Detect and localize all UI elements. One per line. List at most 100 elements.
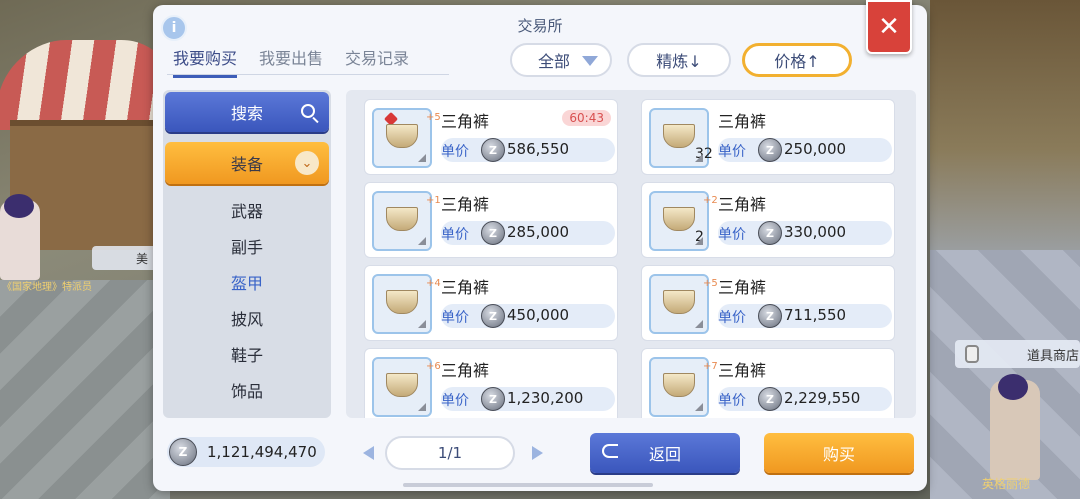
shop-nameplate-label: 道具商店: [1027, 348, 1080, 364]
category-filter-label: 全部: [538, 52, 571, 71]
corner-mark-icon: [418, 320, 426, 328]
zeny-coin-icon: Z: [481, 387, 505, 411]
zeny-coin-icon: Z: [758, 387, 782, 411]
briefs-item-icon: [663, 124, 695, 148]
shop-nameplate[interactable]: 道具商店: [955, 340, 1080, 368]
search-button[interactable]: 搜索: [165, 92, 329, 132]
zeny-coin-icon: Z: [758, 221, 782, 245]
npc-right[interactable]: [990, 374, 1040, 480]
dropdown-triangle-icon: [582, 56, 598, 66]
refine-level: +5: [703, 278, 718, 289]
corner-mark-icon: [695, 154, 703, 162]
briefs-item-icon: [386, 373, 418, 397]
chevron-down-icon: ⌄: [295, 151, 319, 175]
item-thumbnail[interactable]: +1: [372, 191, 441, 251]
item-thumbnail[interactable]: +7: [649, 357, 718, 417]
npc-nameplate-left[interactable]: 美: [92, 246, 162, 270]
price-sort-button[interactable]: 价格↑: [742, 43, 852, 77]
item-name: 三角裤: [718, 278, 767, 297]
listing-card[interactable]: +5 三角裤 单价 Z 711,550: [641, 265, 895, 341]
briefs-item-icon: [386, 290, 418, 314]
item-thumbnail[interactable]: +2 2: [649, 191, 718, 251]
corner-mark-icon: [695, 320, 703, 328]
listing-card[interactable]: +2 2 三角裤 单价 Z 330,000: [641, 182, 895, 258]
npc-title-left: 《国家地理》特派员: [2, 282, 92, 293]
refine-sort-button[interactable]: 精炼↓: [627, 43, 731, 77]
item-thumbnail[interactable]: +5: [649, 274, 718, 334]
return-arrow-icon: [602, 444, 618, 458]
unit-price-label: 单价: [718, 393, 746, 409]
subcategory-armor[interactable]: 盔甲: [163, 266, 331, 302]
item-name: 三角裤: [441, 195, 490, 214]
scroll-indicator: [403, 483, 653, 487]
equipment-label: 装备: [230, 155, 263, 174]
exchange-dialog: i 交易所 ✕ 我要购买 我要出售 交易记录 全部 精炼↓ 价格↑ 搜索 装备 …: [153, 0, 927, 491]
unit-price-label: 单价: [441, 310, 469, 326]
zeny-coin-icon: Z: [481, 304, 505, 328]
page-indicator: 1/1: [385, 436, 515, 470]
unit-price-label: 单价: [441, 393, 469, 409]
item-name: 三角裤: [441, 112, 490, 131]
close-button[interactable]: ✕: [866, 0, 912, 54]
refine-level: +2: [703, 195, 718, 206]
pagination: 1/1: [363, 436, 543, 470]
item-price: 285,000: [507, 223, 570, 241]
item-thumbnail[interactable]: +5: [372, 108, 441, 168]
refine-level: +6: [426, 361, 441, 372]
npc-left[interactable]: [0, 194, 40, 280]
next-page-icon[interactable]: [532, 446, 543, 460]
subcategory-cape[interactable]: 披风: [163, 302, 331, 338]
item-price: 250,000: [784, 140, 847, 158]
corner-mark-icon: [418, 154, 426, 162]
tab-divider: [167, 74, 449, 75]
item-name: 三角裤: [441, 361, 490, 380]
subcategory-accessory[interactable]: 饰品: [163, 374, 331, 410]
listing-card[interactable]: 32 三角裤 单价 Z 250,000: [641, 99, 895, 175]
item-thumbnail[interactable]: 32: [649, 108, 713, 168]
wallet-balance-value: 1,121,494,470: [207, 443, 317, 461]
subcategory-shoes[interactable]: 鞋子: [163, 338, 331, 374]
npc-title-right: 英格丽德: [982, 477, 1031, 491]
price-sort-label: 价格↑: [774, 52, 820, 71]
refine-level: +1: [426, 195, 441, 206]
buy-label: 购买: [822, 445, 855, 464]
refine-level: +7: [703, 361, 718, 372]
item-price: 2,229,550: [784, 389, 861, 407]
listing-card[interactable]: +5 三角裤 60:43 单价 Z 586,550: [364, 99, 618, 175]
category-panel: 搜索 装备 ⌄ 武器 副手 盔甲 披风 鞋子 饰品: [163, 90, 331, 418]
listing-card[interactable]: +1 三角裤 单价 Z 285,000: [364, 182, 618, 258]
subcategory-offhand[interactable]: 副手: [163, 230, 331, 266]
search-label: 搜索: [230, 104, 263, 123]
corner-mark-icon: [695, 237, 703, 245]
subcategory-list: 武器 副手 盔甲 披风 鞋子 饰品: [163, 194, 331, 410]
back-button[interactable]: 返回: [590, 433, 740, 473]
item-price: 450,000: [507, 306, 570, 324]
wallet-balance: Z 1,121,494,470: [167, 437, 325, 467]
listing-card[interactable]: +7 三角裤 单价 Z 2,229,550: [641, 348, 895, 418]
jar-icon: [965, 345, 979, 363]
item-name: 三角裤: [441, 278, 490, 297]
category-filter-dropdown[interactable]: 全部: [510, 43, 612, 77]
listing-card[interactable]: +4 三角裤 单价 Z 450,000: [364, 265, 618, 341]
corner-mark-icon: [418, 403, 426, 411]
prev-page-icon[interactable]: [363, 446, 374, 460]
subcategory-weapon[interactable]: 武器: [163, 194, 331, 230]
page-number: 1/1: [437, 444, 463, 462]
unit-price-label: 单价: [718, 227, 746, 243]
listing-timer: 60:43: [562, 110, 611, 126]
corner-mark-icon: [695, 403, 703, 411]
equipment-category-button[interactable]: 装备 ⌄: [165, 142, 329, 184]
item-price: 586,550: [507, 140, 570, 158]
corner-mark-icon: [418, 237, 426, 245]
item-thumbnail[interactable]: +6: [372, 357, 441, 417]
listing-card[interactable]: +6 三角裤 单价 Z 1,230,200: [364, 348, 618, 418]
item-thumbnail[interactable]: +4: [372, 274, 441, 334]
unit-price-label: 单价: [441, 227, 469, 243]
zeny-coin-icon: Z: [481, 221, 505, 245]
refine-level: +5: [426, 112, 441, 123]
zeny-coin-icon: Z: [758, 138, 782, 162]
buy-button[interactable]: 购买: [764, 433, 914, 473]
item-price: 1,230,200: [507, 389, 584, 407]
briefs-item-icon: [386, 124, 418, 148]
item-name: 三角裤: [718, 195, 767, 214]
